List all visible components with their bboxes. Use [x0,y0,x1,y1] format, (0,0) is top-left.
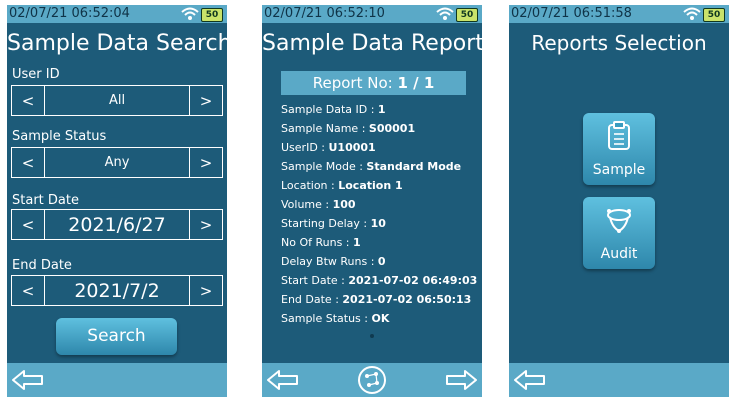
report-number-label: Report No: [312,74,393,92]
sample-status-prev-button[interactable]: < [12,148,44,177]
field-label: Sample Status : [281,312,368,325]
user-id-next-button[interactable]: > [190,86,222,115]
report-field: Sample Data ID : 1 [281,103,386,116]
field-label: No Of Runs : [281,236,350,249]
report-field: Sample Name : S00001 [281,122,415,135]
status-time: 02/07/21 06:52:10 [264,6,385,21]
report-field: End Date : 2021-07-02 06:50:13 [281,293,471,306]
field-value: 1 [353,236,361,249]
start-date-prev-button[interactable]: < [12,210,44,239]
start-date-value: 2021/6/27 [44,210,190,239]
status-bar: 02/07/21 06:52:04 50 [7,5,227,23]
field-label: Delay Btw Runs : [281,255,375,268]
audit-report-button[interactable]: Audit [583,197,655,269]
report-field: Starting Delay : 10 [281,217,386,230]
end-date-next-button[interactable]: > [190,276,222,305]
end-date-value: 2021/7/2 [44,276,190,305]
clipboard-icon [608,121,630,150]
sample-status-selector: < Any > [11,147,223,178]
field-value: OK [371,312,390,325]
reports-selection-screen: 02/07/21 06:51:58 50 Reports Selection S… [509,5,729,397]
report-field: Sample Mode : Standard Mode [281,160,461,173]
field-value: 0 [377,255,386,268]
field-label: Sample Mode : [281,160,363,173]
field-value: 1 [377,103,386,116]
bottom-bar [262,363,482,397]
report-number-banner: Report No: 1 / 1 [281,71,466,95]
status-time: 02/07/21 06:51:58 [511,6,632,21]
start-date-label: Start Date [12,193,79,208]
end-date-label: End Date [12,258,72,273]
bottom-bar [509,363,729,397]
sample-status-label: Sample Status [12,129,107,144]
forward-arrow-icon[interactable] [444,369,478,391]
field-value: U10001 [328,141,376,154]
start-date-next-button[interactable]: > [190,210,222,239]
user-id-label: User ID [12,67,60,82]
page-indicator-dot [370,334,374,338]
wifi-icon [181,7,199,20]
report-field: UserID : U10001 [281,141,376,154]
field-label: Starting Delay : [281,217,368,230]
report-field: Location : Location 1 [281,179,403,192]
field-label: Start Date : [281,274,345,287]
battery-icon: 50 [456,8,478,22]
field-label: End Date : [281,293,339,306]
report-field: Start Date : 2021-07-02 06:49:03 [281,274,477,287]
sample-status-value: Any [44,148,190,177]
sample-data-reports-screen: 02/07/21 06:52:10 50 Sample Data Reports… [262,5,482,397]
user-id-prev-button[interactable]: < [12,86,44,115]
field-label: Sample Name : [281,122,366,135]
field-label: Sample Data ID : [281,103,375,116]
status-time: 02/07/21 06:52:04 [9,6,130,21]
field-label: Volume : [281,198,330,211]
report-field: No Of Runs : 1 [281,236,361,249]
field-value: S00001 [368,122,416,135]
wifi-icon [436,7,454,20]
page-title: Reports Selection [531,31,707,55]
end-date-selector: < 2021/7/2 > [11,275,223,306]
sample-status-next-button[interactable]: > [190,148,222,177]
sample-button-label: Sample [592,162,646,178]
battery-icon: 50 [201,8,223,22]
end-date-prev-button[interactable]: < [12,276,44,305]
battery-icon: 50 [703,8,725,22]
sample-report-button[interactable]: Sample [583,113,655,185]
status-bar: 02/07/21 06:52:10 50 [262,5,482,23]
back-arrow-icon[interactable] [266,369,300,391]
status-bar: 02/07/21 06:51:58 50 [509,5,729,23]
sample-data-search-screen: 02/07/21 06:52:04 50 Sample Data Search … [7,5,227,397]
field-value: Location 1 [338,179,403,192]
field-value: 2021-07-02 06:50:13 [342,293,472,306]
report-field: Sample Status : OK [281,312,389,325]
field-label: Location : [281,179,335,192]
user-id-value: All [44,86,190,115]
page-title: Sample Data Search [7,31,227,56]
bottom-bar [7,363,227,397]
wifi-icon [683,7,701,20]
report-field: Volume : 100 [281,198,356,211]
field-value: 2021-07-02 06:49:03 [348,274,478,287]
field-value: 10 [370,217,386,230]
back-arrow-icon[interactable] [11,369,45,391]
home-icon[interactable] [357,365,387,395]
field-label: UserID : [281,141,325,154]
report-field: Delay Btw Runs : 0 [281,255,386,268]
user-id-selector: < All > [11,85,223,116]
field-value: 100 [332,198,356,211]
audit-icon [607,209,631,233]
audit-button-label: Audit [600,246,638,262]
field-value: Standard Mode [366,160,462,173]
page-title: Sample Data Reports [262,31,482,56]
search-button[interactable]: Search [56,318,177,355]
start-date-selector: < 2021/6/27 > [11,209,223,240]
back-arrow-icon[interactable] [513,369,547,391]
report-number-value: 1 / 1 [397,74,435,92]
